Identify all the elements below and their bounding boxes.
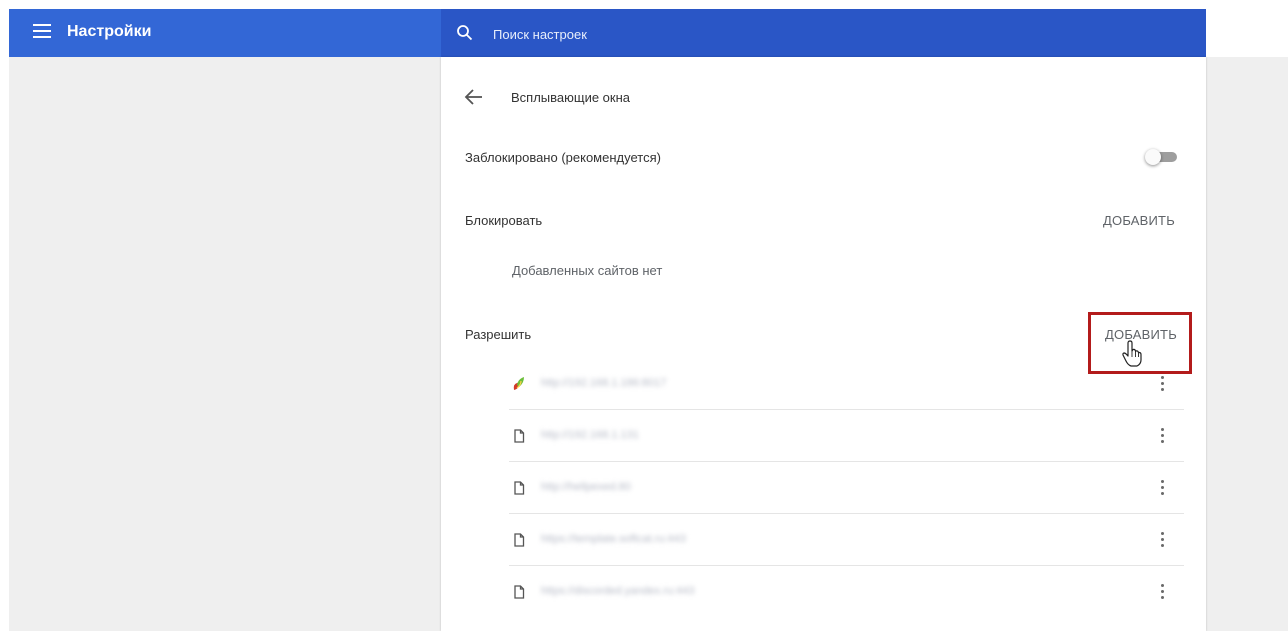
- settings-card: Всплывающие окна Заблокировано (рекоменд…: [441, 57, 1206, 631]
- site-url: https://discorded.yandex.ru:443: [541, 585, 695, 597]
- block-empty-text: Добавленных сайтов нет: [512, 263, 663, 278]
- file-icon: [514, 533, 525, 547]
- page-title: Всплывающие окна: [511, 90, 631, 105]
- allowed-site-row: http://192.168.1.186:8017: [509, 358, 1184, 410]
- top-bar: Настройки: [9, 9, 1206, 57]
- more-options-icon[interactable]: [1152, 374, 1172, 396]
- left-background: [9, 57, 441, 631]
- allowed-site-row: https://discorded.yandex.ru:443: [509, 566, 1184, 618]
- search-icon: [457, 25, 473, 41]
- site-url: http://hellpexed.80: [541, 481, 631, 493]
- more-options-icon[interactable]: [1152, 478, 1172, 500]
- more-options-icon[interactable]: [1152, 426, 1172, 448]
- search-bar[interactable]: [441, 9, 1206, 57]
- allowed-site-row: https://template.softcat.ru:443: [509, 514, 1184, 566]
- site-favicon-icon: [513, 377, 524, 390]
- file-icon: [514, 429, 525, 443]
- more-options-icon[interactable]: [1152, 530, 1172, 552]
- block-section-label: Блокировать: [465, 213, 543, 228]
- site-url: http://192.168.1.186:8017: [541, 377, 667, 389]
- site-url: https://template.softcat.ru:443: [541, 533, 686, 545]
- add-block-site-button[interactable]: ДОБАВИТЬ: [1103, 213, 1175, 228]
- allow-section-label: Разрешить: [465, 327, 532, 342]
- file-icon: [514, 481, 525, 495]
- back-arrow-icon[interactable]: [463, 87, 485, 107]
- right-background: [1206, 57, 1288, 631]
- toggle-knob: [1145, 149, 1161, 165]
- site-url: http://192.168.1.131: [541, 429, 639, 441]
- blocked-setting-label: Заблокировано (рекомендуется): [465, 150, 661, 165]
- more-options-icon[interactable]: [1152, 582, 1172, 604]
- file-icon: [514, 585, 525, 599]
- search-input[interactable]: [491, 18, 1185, 50]
- allowed-site-row: http://hellpexed.80: [509, 462, 1184, 514]
- app-title: Настройки: [67, 23, 152, 40]
- blocked-toggle[interactable]: [1145, 149, 1179, 165]
- allowed-site-row: http://192.168.1.131: [509, 410, 1184, 462]
- hamburger-menu-icon[interactable]: [33, 24, 51, 40]
